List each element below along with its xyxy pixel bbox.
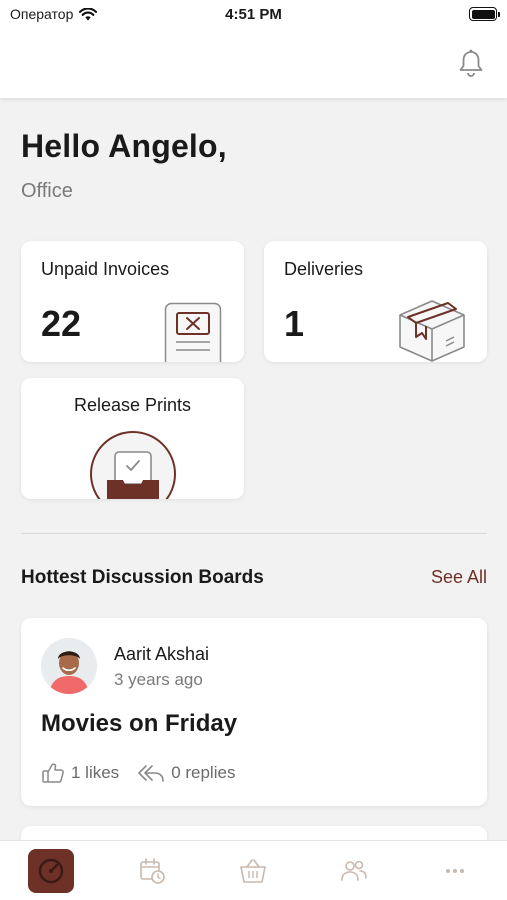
post-timestamp: 3 years ago [114,670,203,689]
release-prints-card[interactable]: Release Prints [21,378,244,499]
post-meta: 1 likes 0 replies [41,762,253,784]
package-icon [399,300,465,362]
bottom-tab-bar [0,840,507,900]
tab-people[interactable] [331,849,377,893]
deliveries-card[interactable]: Deliveries 1 [264,241,487,362]
unpaid-invoices-label: Unpaid Invoices [41,259,170,279]
dashboard-icon [38,858,64,884]
basket-icon [240,859,266,883]
post-author: Aarit Akshai [114,644,210,664]
section-title: Hottest Discussion Boards [21,567,264,588]
calendar-clock-icon [140,858,165,884]
greeting-title: Hello Angelo, [21,128,227,164]
likes-count: 1 likes [71,763,120,782]
top-app-bar [0,28,507,98]
bell-icon[interactable] [457,48,485,78]
reply-button[interactable]: 0 replies [137,763,235,783]
carrier-name: Оператор [10,6,74,22]
deliveries-label: Deliveries [284,259,364,279]
unpaid-invoices-card[interactable]: Unpaid Invoices 22 [21,241,244,362]
wifi-icon [79,7,98,20]
discussion-post-card[interactable]: Aarit Akshai 3 years ago Movies on Frida… [21,618,487,806]
see-all-link[interactable]: See All [431,567,487,588]
like-button[interactable]: 1 likes [41,762,119,784]
tab-more[interactable] [432,849,478,893]
tab-schedule[interactable] [129,849,175,893]
location-subtitle: Office [21,180,73,202]
status-bar: Оператор 4:51 PM [0,0,507,28]
tab-shop[interactable] [230,849,276,893]
unpaid-invoices-count: 22 [41,303,82,344]
deliveries-count: 1 [284,303,305,344]
battery-icon [469,7,500,21]
carrier: Оператор [10,6,98,22]
replies-count: 0 replies [171,763,236,782]
thumbs-up-icon [42,763,64,783]
avatar [41,638,97,694]
people-icon [341,860,367,881]
release-prints-label: Release Prints [73,395,192,415]
post-title: Movies on Friday [41,710,238,737]
tab-dashboard[interactable] [28,849,74,893]
more-icon [446,869,464,873]
user-photo-icon [41,638,97,694]
section-divider [21,533,487,534]
invoice-icon [164,302,222,362]
print-tray-icon [90,431,176,499]
reply-all-icon [138,765,164,782]
